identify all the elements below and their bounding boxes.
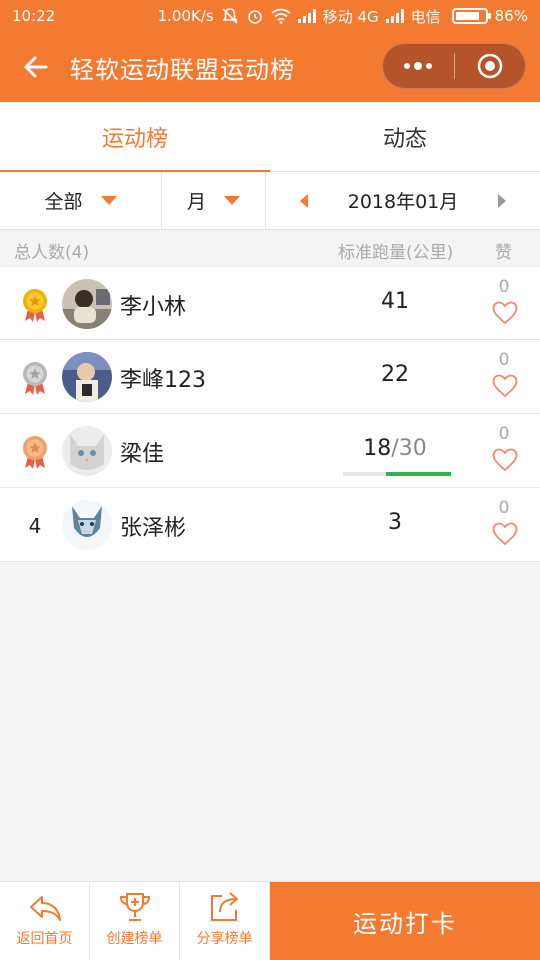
heart-icon[interactable] — [492, 301, 518, 325]
alarm-icon — [247, 10, 262, 24]
rank-number: 4 — [28, 514, 42, 538]
checkin-label: 运动打卡 — [353, 909, 457, 938]
distance-column-label: 标准跑量(公里) — [338, 243, 454, 263]
silver-medal-icon — [23, 362, 47, 395]
user-name: 张泽彬 — [120, 516, 187, 541]
caret-down-icon — [224, 196, 240, 205]
scope-dropdown[interactable]: 全部 — [0, 172, 162, 229]
user-name: 梁佳 — [120, 442, 165, 467]
avatar — [62, 500, 112, 550]
month-label: 2018年01月 — [347, 191, 459, 213]
bronze-medal-icon — [23, 436, 47, 469]
total-count-label: 总人数(4) — [14, 243, 90, 263]
share-icon — [210, 892, 238, 921]
create-list-button[interactable]: 创建榜单 — [90, 882, 180, 960]
scope-label: 全部 — [44, 191, 83, 213]
distance-value: 41 — [330, 289, 460, 314]
rank-cell — [18, 287, 52, 323]
home-label: 返回首页 — [16, 931, 73, 947]
carrier-1: 移动 4G — [322, 7, 379, 26]
share-list-button[interactable]: 分享榜单 — [180, 882, 270, 960]
reply-arrow-icon — [29, 896, 61, 921]
ranking-list: 李小林 41 0 李峰123 22 0 梁佳 18/30 0 4 张泽彬 3 0 — [0, 266, 540, 562]
likes-column-label: 赞 — [495, 243, 512, 263]
status-time: 10:22 — [12, 7, 56, 25]
next-month-icon[interactable] — [498, 193, 506, 208]
net-speed: 1.00K/s — [157, 7, 214, 25]
bottom-toolbar: 返回首页 创建榜单 分享榜单 运动打卡 — [0, 881, 540, 960]
filter-bar: 全部 月 2018年01月 — [0, 172, 540, 230]
caret-down-icon — [100, 196, 117, 205]
like-count: 0 — [498, 350, 510, 370]
distance-target: /30 — [391, 436, 427, 461]
home-button[interactable]: 返回首页 — [0, 882, 90, 960]
mute-icon — [222, 8, 238, 24]
page-title: 轻软运动联盟运动榜 — [70, 55, 295, 84]
prev-month-icon[interactable] — [300, 193, 308, 208]
table-row[interactable]: 4 张泽彬 3 0 — [0, 488, 540, 562]
signal-icon — [297, 9, 316, 23]
status-indicators: 1.00K/s 移动 4G 电信 86% — [158, 6, 528, 27]
signal-icon — [385, 9, 404, 23]
battery-level: 86% — [494, 7, 528, 25]
gold-medal-icon — [23, 289, 47, 322]
like-count: 0 — [498, 277, 510, 297]
distance-number: 3 — [388, 510, 402, 535]
user-name: 李峰123 — [120, 368, 206, 393]
heart-icon[interactable] — [492, 448, 518, 472]
period-label: 月 — [186, 191, 206, 213]
distance-value: 3 — [330, 510, 460, 535]
distance-number: 22 — [381, 362, 409, 387]
tab-bar: 运动榜 动态 — [0, 102, 540, 172]
checkin-button[interactable]: 运动打卡 — [270, 882, 540, 960]
like-count: 0 — [498, 498, 510, 518]
progress-bar — [343, 472, 451, 476]
avatar — [62, 279, 112, 329]
tab-feed[interactable]: 动态 — [270, 102, 540, 171]
distance-value: 18/30 — [330, 436, 460, 461]
tab-ranking[interactable]: 运动榜 — [0, 102, 270, 172]
table-row[interactable]: 梁佳 18/30 0 — [0, 414, 540, 488]
share-label: 分享榜单 — [196, 931, 253, 947]
target-circle-icon — [477, 53, 502, 79]
column-header: 总人数(4) 标准跑量(公里) 赞 — [0, 230, 540, 266]
table-row[interactable]: 李小林 41 0 — [0, 266, 540, 340]
carrier-2: 电信 — [410, 7, 441, 26]
mini-program-capsule — [382, 43, 526, 89]
wifi-icon — [271, 8, 291, 24]
more-dots-icon — [404, 62, 433, 70]
rank-cell — [18, 434, 52, 470]
more-button[interactable] — [383, 44, 454, 88]
table-row[interactable]: 李峰123 22 0 — [0, 340, 540, 414]
title-bar: 轻软运动联盟运动榜 — [0, 32, 540, 102]
distance-value: 22 — [330, 362, 460, 387]
trophy-plus-icon — [119, 893, 150, 921]
battery-icon — [451, 8, 491, 24]
create-label: 创建榜单 — [106, 931, 163, 947]
month-navigator: 2018年01月 — [266, 172, 540, 229]
arrow-left-icon — [24, 56, 48, 78]
distance-number: 18 — [363, 436, 392, 461]
avatar — [62, 426, 112, 476]
avatar — [62, 352, 112, 402]
progress-fill — [386, 472, 451, 476]
status-bar: 10:22 1.00K/s 移动 4G 电信 86% — [0, 0, 540, 32]
user-name: 李小林 — [120, 295, 187, 320]
close-miniprogram-button[interactable] — [455, 44, 526, 88]
rank-cell — [18, 360, 52, 396]
like-count: 0 — [498, 424, 510, 444]
heart-icon[interactable] — [492, 522, 518, 546]
back-button[interactable] — [0, 32, 72, 102]
heart-icon[interactable] — [492, 374, 518, 398]
period-dropdown[interactable]: 月 — [162, 172, 266, 229]
rank-cell: 4 — [18, 508, 52, 544]
distance-number: 41 — [381, 289, 409, 314]
